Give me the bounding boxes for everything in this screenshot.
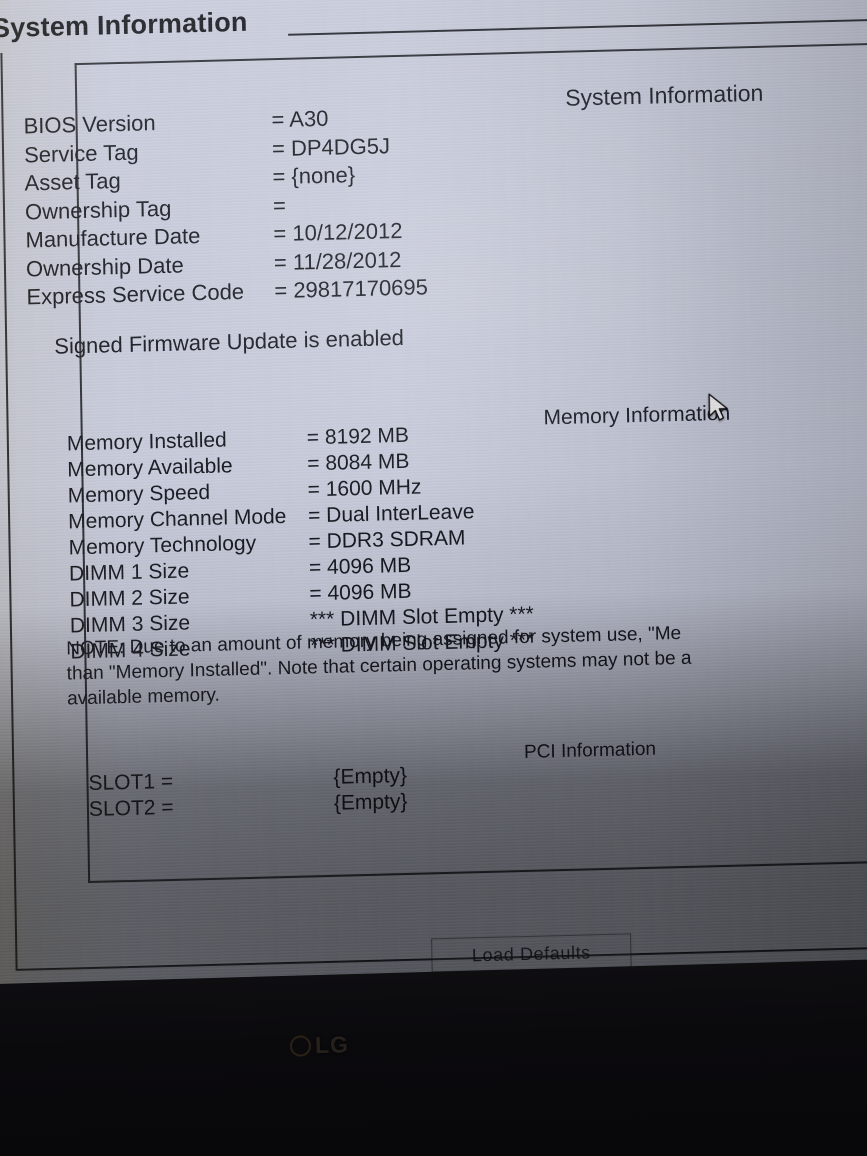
info-value: = A30 [271, 105, 329, 133]
photographed-monitor: System Information System Information BI… [0, 0, 867, 1156]
section-caption-pci-information: PCI Information [523, 738, 657, 763]
info-value: = DDR3 SDRAM [308, 526, 466, 554]
info-value: = 1600 MHz [307, 475, 422, 502]
monitor-brand-text: LG [314, 1031, 350, 1059]
info-value: = 11/28/2012 [273, 246, 402, 275]
info-value: = 8084 MB [307, 449, 410, 476]
monitor-bezel [0, 958, 867, 1156]
bios-setup-screen: System Information System Information BI… [0, 0, 867, 1024]
info-value: = 10/12/2012 [273, 217, 403, 247]
info-value: = 29817170695 [274, 274, 429, 304]
monitor-brand-logo: LG [289, 1031, 350, 1060]
info-value: = 4096 MB [308, 553, 412, 580]
info-value: = DP4DG5J [271, 132, 391, 161]
info-value: {Empty} [333, 789, 408, 815]
lg-circle-icon [289, 1035, 312, 1057]
info-value: {Empty} [333, 763, 408, 789]
system-information-rows: BIOS Version = A30 Service Tag = DP4DG5J A… [23, 102, 428, 312]
info-value: = {none} [272, 162, 356, 190]
pci-information-rows: SLOT1 = {Empty} SLOT2 = {Empty} [88, 763, 407, 823]
info-value: = [272, 192, 287, 218]
info-value: = 8192 MB [306, 423, 410, 450]
info-value: = 4096 MB [309, 579, 412, 606]
section-caption-system-information: System Information [564, 79, 764, 111]
lcd-screen: System Information System Information BI… [0, 0, 867, 1024]
section-caption-memory-information: Memory Information [543, 401, 731, 430]
